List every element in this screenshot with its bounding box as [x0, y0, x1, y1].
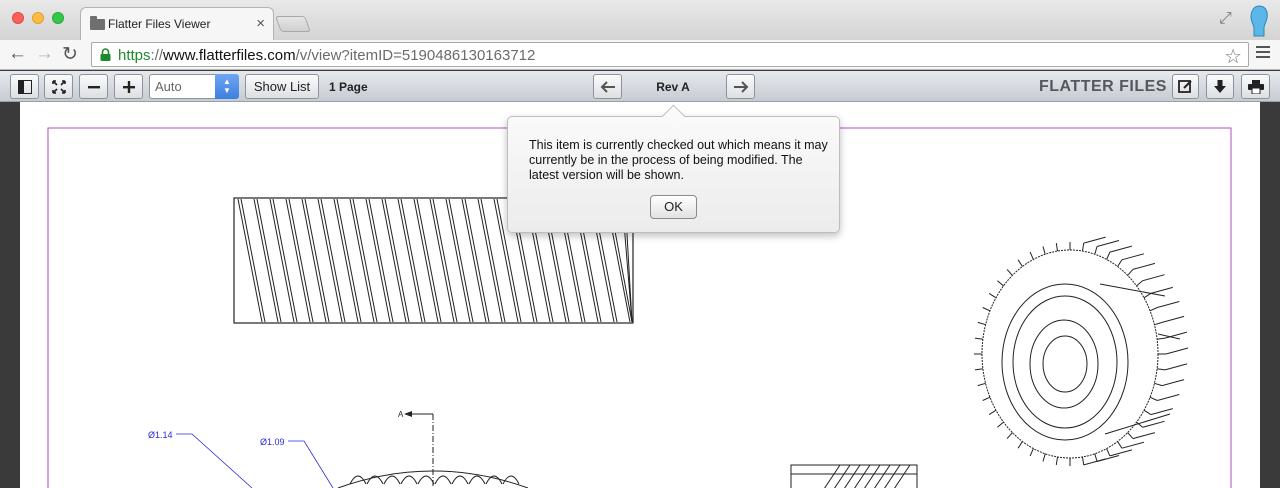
expand-icon — [51, 79, 66, 94]
tab-close-icon[interactable]: × — [256, 15, 265, 32]
tab-title: Flatter Files Viewer — [108, 17, 211, 31]
bookmark-star-icon[interactable]: ☆ — [1224, 44, 1242, 69]
dimension-callouts: Ø1.14 Ø1.09 — [148, 430, 334, 488]
zoom-select[interactable]: Auto ▲ ▼ — [149, 74, 239, 99]
minus-icon — [87, 85, 100, 88]
browser-menu-icon[interactable] — [1256, 46, 1270, 61]
checked-out-popover: This item is currently checked out which… — [507, 116, 840, 233]
next-revision-button[interactable] — [726, 74, 755, 99]
fullscreen-icon[interactable]: ⤢ — [1219, 10, 1232, 28]
browser-titlebar: Flatter Files Viewer × ⤢ — [0, 0, 1280, 40]
helical-gear-isometric — [974, 236, 1189, 466]
close-window-button[interactable] — [12, 12, 24, 24]
browser-tab[interactable]: Flatter Files Viewer × — [80, 7, 274, 40]
arrow-left-icon — [600, 80, 615, 93]
popover-message: This item is currently checked out which… — [529, 138, 828, 182]
edit-button[interactable] — [1172, 74, 1199, 99]
url-scheme: https — [118, 47, 151, 64]
profile-icon[interactable] — [1246, 4, 1272, 38]
plus-icon — [122, 80, 135, 93]
back-arrow-icon[interactable]: ← — [8, 43, 27, 65]
show-list-button[interactable]: Show List — [245, 74, 319, 99]
url-host: www.flatterfiles.com — [163, 47, 296, 64]
viewer-toolbar: Auto ▲ ▼ Show List 1 Page Rev A FLATTER F… — [0, 71, 1280, 102]
section-label: A — [398, 410, 404, 419]
hatched-section — [790, 464, 918, 488]
download-icon — [1214, 79, 1226, 93]
url-path: /v/view?itemID=5190486130163712 — [295, 47, 536, 64]
select-arrows-icon: ▲ ▼ — [215, 74, 239, 99]
minimize-window-button[interactable] — [32, 12, 44, 24]
page-count: 1 Page — [329, 80, 368, 94]
folder-icon — [90, 16, 105, 30]
printer-icon — [1247, 79, 1264, 94]
zoom-select-value: Auto — [155, 79, 182, 94]
dimension-2-label: Ø1.09 — [260, 437, 285, 447]
previous-revision-button[interactable] — [593, 74, 622, 99]
download-button[interactable] — [1206, 74, 1234, 99]
url-text: https://www.flatterfiles.com/v/view?item… — [118, 47, 535, 64]
zoom-in-button[interactable] — [114, 74, 143, 99]
edit-icon — [1178, 80, 1192, 93]
address-bar[interactable]: https://www.flatterfiles.com/v/view?item… — [91, 42, 1249, 69]
dimension-1-label: Ø1.14 — [148, 430, 173, 440]
zoom-out-button[interactable] — [79, 74, 108, 99]
zoom-window-button[interactable] — [52, 12, 64, 24]
reload-icon[interactable]: ↻ — [62, 43, 78, 66]
sidebar-toggle-button[interactable] — [10, 74, 39, 99]
print-button[interactable] — [1241, 74, 1270, 99]
new-tab-button[interactable] — [275, 16, 311, 32]
brand-logo-text: FLATTER FILES — [1039, 78, 1167, 95]
arrow-right-icon — [733, 80, 748, 93]
lock-icon — [100, 48, 111, 61]
browser-toolbar: ← → ↻ https://www.flatterfiles.com/v/vie… — [0, 40, 1280, 70]
url-separator: :// — [150, 47, 164, 64]
ok-button[interactable]: OK — [650, 195, 697, 219]
revision-label: Rev A — [656, 80, 690, 94]
fit-screen-button[interactable] — [44, 74, 73, 99]
forward-arrow-icon[interactable]: → — [35, 43, 54, 65]
sidebar-icon — [17, 79, 32, 94]
